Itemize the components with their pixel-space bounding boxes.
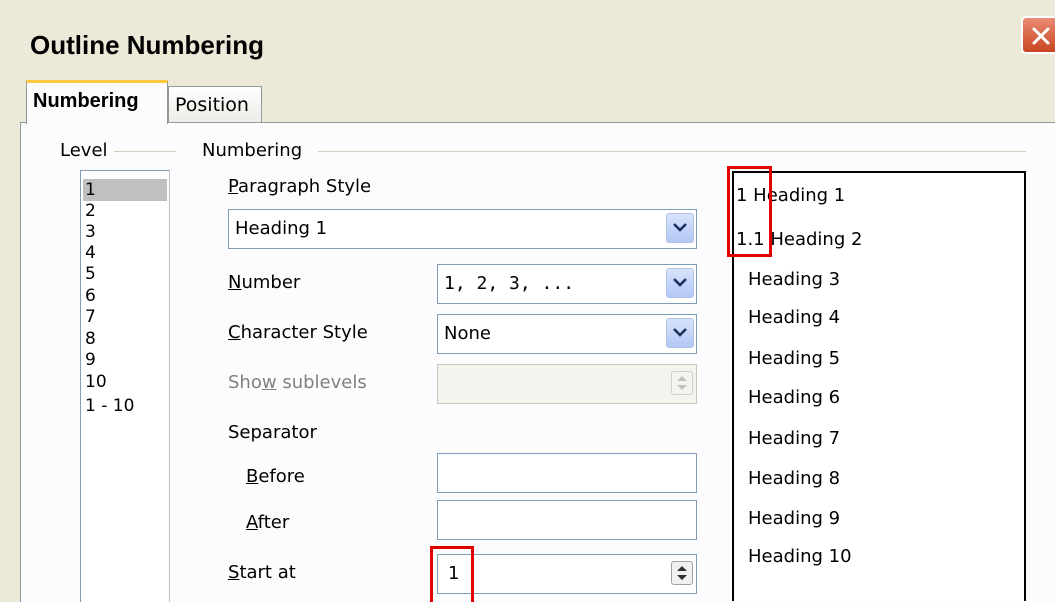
- title-bar: Outline Numbering: [8, 8, 1055, 74]
- character-style-dropdown-button[interactable]: [666, 318, 694, 348]
- level-item-5[interactable]: 5: [83, 263, 167, 285]
- tab-numbering[interactable]: Numbering: [26, 80, 168, 124]
- level-item-9[interactable]: 9: [83, 349, 167, 371]
- number-select[interactable]: 1, 2, 3, ...: [437, 264, 697, 304]
- numbering-group-line: [318, 151, 1026, 152]
- numbering-group-label: Numbering: [202, 140, 309, 161]
- spin-up-down-icon: [677, 566, 687, 580]
- start-at-spin-button[interactable]: [671, 561, 693, 585]
- dialog-title: Outline Numbering: [30, 30, 264, 60]
- show-sublevels-spin-button[interactable]: [671, 371, 693, 395]
- start-at-label: Start at: [228, 562, 296, 583]
- highlight-box-numbers: [727, 166, 772, 257]
- chevron-down-icon: [673, 328, 687, 337]
- tab-position-label: Position: [175, 94, 249, 116]
- show-sublevels-spinbox[interactable]: [437, 364, 697, 404]
- level-item-4[interactable]: 4: [83, 242, 167, 264]
- preview-line: Heading 8: [748, 468, 841, 489]
- level-item-8[interactable]: 8: [83, 328, 167, 350]
- level-group-line: [114, 151, 176, 152]
- separator-before-input[interactable]: [437, 453, 697, 493]
- level-item-3[interactable]: 3: [83, 221, 167, 243]
- level-item-1-10[interactable]: 1 - 10: [83, 395, 167, 417]
- paragraph-style-label: Paragraph Style: [228, 176, 372, 197]
- paragraph-style-select[interactable]: Heading 1: [228, 209, 697, 249]
- preview-line: Heading 7: [748, 428, 841, 449]
- paragraph-style-dropdown-button[interactable]: [666, 213, 694, 243]
- number-label: Number: [228, 272, 301, 293]
- preview-line: Heading 10: [748, 546, 852, 567]
- close-icon: [1032, 27, 1050, 45]
- chevron-down-icon: [673, 223, 687, 232]
- level-item-10[interactable]: 10: [83, 371, 167, 393]
- character-style-label: Character Style: [228, 322, 368, 343]
- preview-line: Heading 5: [748, 348, 841, 369]
- separator-after-label: After: [246, 512, 290, 533]
- level-item-1[interactable]: 1: [83, 179, 167, 201]
- spin-up-down-icon: [677, 376, 687, 390]
- separator-label: Separator: [228, 422, 317, 443]
- numbering-preview: 1 Heading 1 1.1 Heading 2 Heading 3 Head…: [732, 171, 1026, 601]
- level-item-2[interactable]: 2: [83, 200, 167, 222]
- level-item-6[interactable]: 6: [83, 285, 167, 307]
- preview-line: Heading 3: [748, 269, 841, 290]
- show-sublevels-label: Show sublevels: [228, 372, 367, 393]
- close-button[interactable]: [1021, 16, 1055, 54]
- paragraph-style-value: Heading 1: [235, 218, 328, 239]
- level-list[interactable]: 1 2 3 4 5 6 7 8 9 10 1 - 10: [80, 170, 170, 602]
- preview-line: Heading 6: [748, 387, 841, 408]
- preview-line: Heading 9: [748, 508, 841, 529]
- tab-position[interactable]: Position: [168, 86, 262, 124]
- level-item-7[interactable]: 7: [83, 306, 167, 328]
- tab-numbering-label: Numbering: [33, 90, 139, 112]
- number-value: 1, 2, 3, ...: [444, 273, 575, 294]
- outline-numbering-dialog: Outline Numbering Numbering Position Lev…: [0, 0, 1055, 602]
- start-at-spinbox[interactable]: 1: [437, 554, 697, 594]
- number-dropdown-button[interactable]: [666, 268, 694, 298]
- chevron-down-icon: [673, 278, 687, 287]
- highlight-box-start-at: [430, 546, 474, 602]
- separator-after-input[interactable]: [437, 500, 697, 540]
- preview-line: Heading 4: [748, 307, 841, 328]
- character-style-value: None: [444, 323, 491, 344]
- level-group-label: Level: [60, 140, 114, 161]
- separator-before-label: Before: [246, 466, 305, 487]
- character-style-select[interactable]: None: [437, 314, 697, 354]
